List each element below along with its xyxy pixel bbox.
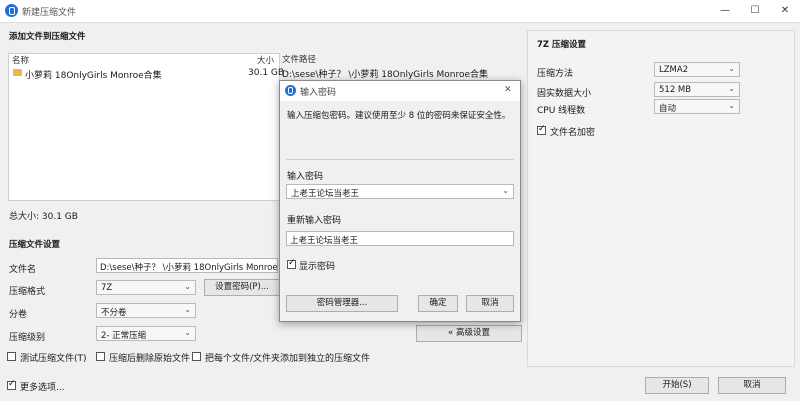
method-label: 压缩方法 [537,69,574,79]
maximize-button[interactable]: ☐ [740,0,770,22]
chevron-down-icon: ⌄ [184,328,191,337]
more-options-label[interactable]: 更多选项... [20,380,65,393]
table-row[interactable]: 小萝莉 18OnlyGirls Monroe合集 30.1 GB [13,68,284,81]
compression-settings-panel: 7Z 压缩设置 压缩方法 LZMA2 ⌄ 固实数据大小 512 MB ⌄ CPU… [527,30,795,367]
dialog-divider [286,159,514,160]
password-input[interactable]: 上老王论坛当老王 ⌄ [286,184,514,199]
file-list[interactable]: 名称 大小 小萝莉 18OnlyGirls Monroe合集 30.1 GB [8,53,284,201]
format-value: 7Z [101,283,113,293]
minimize-button[interactable]: — [710,0,740,22]
folder-icon [13,69,22,76]
encrypt-filenames-checkbox[interactable] [537,124,546,135]
column-header-path[interactable]: 文件路径 [282,53,316,65]
dialog-close-icon[interactable]: ✕ [504,85,512,95]
threads-select[interactable]: 自动 ⌄ [654,99,740,114]
separate-archives-checkbox[interactable] [192,352,201,361]
split-label: 分卷 [9,310,28,320]
split-select[interactable]: 不分卷 ⌄ [96,303,196,318]
cancel-button[interactable]: 取消 [718,377,786,394]
set-password-button[interactable]: 设置密码(P)... [204,279,280,296]
start-button[interactable]: 开始(S) [645,377,709,394]
format-select[interactable]: 7Z ⌄ [96,280,196,295]
block-size-label: 固实数据大小 [537,89,592,99]
encrypt-filenames-label[interactable]: 文件名加密 [550,125,595,138]
reenter-label: 重新输入密码 [287,216,342,226]
filename-input[interactable]: D:\sese\种子？ \小萝莉 18OnlyGirls Monroe合集 [96,258,278,273]
level-select[interactable]: 2- 正常压缩 ⌄ [96,326,196,341]
chevron-down-icon: ⌄ [184,305,191,314]
files-section-title: 添加文件到压缩文件 [9,32,86,42]
method-value: LZMA2 [659,65,689,75]
column-header-name[interactable]: 名称 [12,54,29,66]
reenter-password-input[interactable]: 上老王论坛当老王 [286,231,514,246]
threads-label: CPU 线程数 [537,106,586,116]
window-titlebar: 新建压缩文件 — ☐ ✕ [0,0,800,23]
column-header-size[interactable]: 大小 [257,54,274,66]
chevron-down-icon: ⌄ [728,101,735,110]
more-options-checkbox[interactable] [7,379,16,390]
separate-archives-label[interactable]: 把每个文件/文件夹添加到独立的压缩文件 [205,351,370,364]
close-window-button[interactable]: ✕ [770,0,800,22]
chevron-down-icon: ⌄ [728,84,735,93]
chevron-down-icon: ⌄ [728,64,735,73]
password-value: 上老王论坛当老王 [291,189,360,199]
block-size-value: 512 MB [659,85,692,95]
dialog-cancel-button[interactable]: 取消 [466,295,514,312]
password-label: 输入密码 [287,172,324,182]
split-value: 不分卷 [101,308,127,318]
delete-after-checkbox[interactable] [96,352,105,361]
level-value: 2- 正常压缩 [101,331,147,341]
chevron-down-icon: ⌄ [184,282,191,291]
password-dialog: 输入密码 ✕ 输入压缩包密码。建议使用至少 8 位的密码来保证安全性。 输入密码… [279,80,521,322]
show-password-label[interactable]: 显示密码 [299,259,335,272]
dialog-ok-button[interactable]: 确定 [418,295,458,312]
total-size: 总大小: 30.1 GB [9,212,78,222]
dialog-hint: 输入压缩包密码。建议使用至少 8 位的密码来保证安全性。 [287,111,511,121]
file-path-cell: D:\sese\种子？ \小萝莉 18OnlyGirls Monroe合集 [282,70,489,80]
file-size-cell: 30.1 GB [248,68,285,78]
dialog-title: 输入密码 [300,88,337,98]
filename-label: 文件名 [9,265,37,275]
dialog-app-icon [285,85,296,96]
dialog-titlebar: 输入密码 ✕ [280,81,520,101]
level-label: 压缩级别 [9,333,46,343]
password-manager-button[interactable]: 密码管理器... [286,295,398,312]
format-label: 压缩格式 [9,287,46,297]
file-name-cell: 小萝莉 18OnlyGirls Monroe合集 [25,71,162,81]
test-archive-checkbox[interactable] [7,352,16,361]
show-password-checkbox[interactable] [287,258,296,269]
advanced-settings-button[interactable]: « 高级设置 [416,325,522,342]
block-size-select[interactable]: 512 MB ⌄ [654,82,740,97]
right-section-title: 7Z 压缩设置 [537,40,587,50]
app-icon [5,4,18,17]
method-select[interactable]: LZMA2 ⌄ [654,62,740,77]
test-archive-label[interactable]: 测试压缩文件(T) [20,351,87,364]
threads-value: 自动 [659,104,677,114]
delete-after-label[interactable]: 压缩后删除原始文件 [109,351,190,364]
window-title: 新建压缩文件 [22,8,77,18]
settings-section-title: 压缩文件设置 [9,240,61,250]
chevron-down-icon: ⌄ [502,186,509,195]
